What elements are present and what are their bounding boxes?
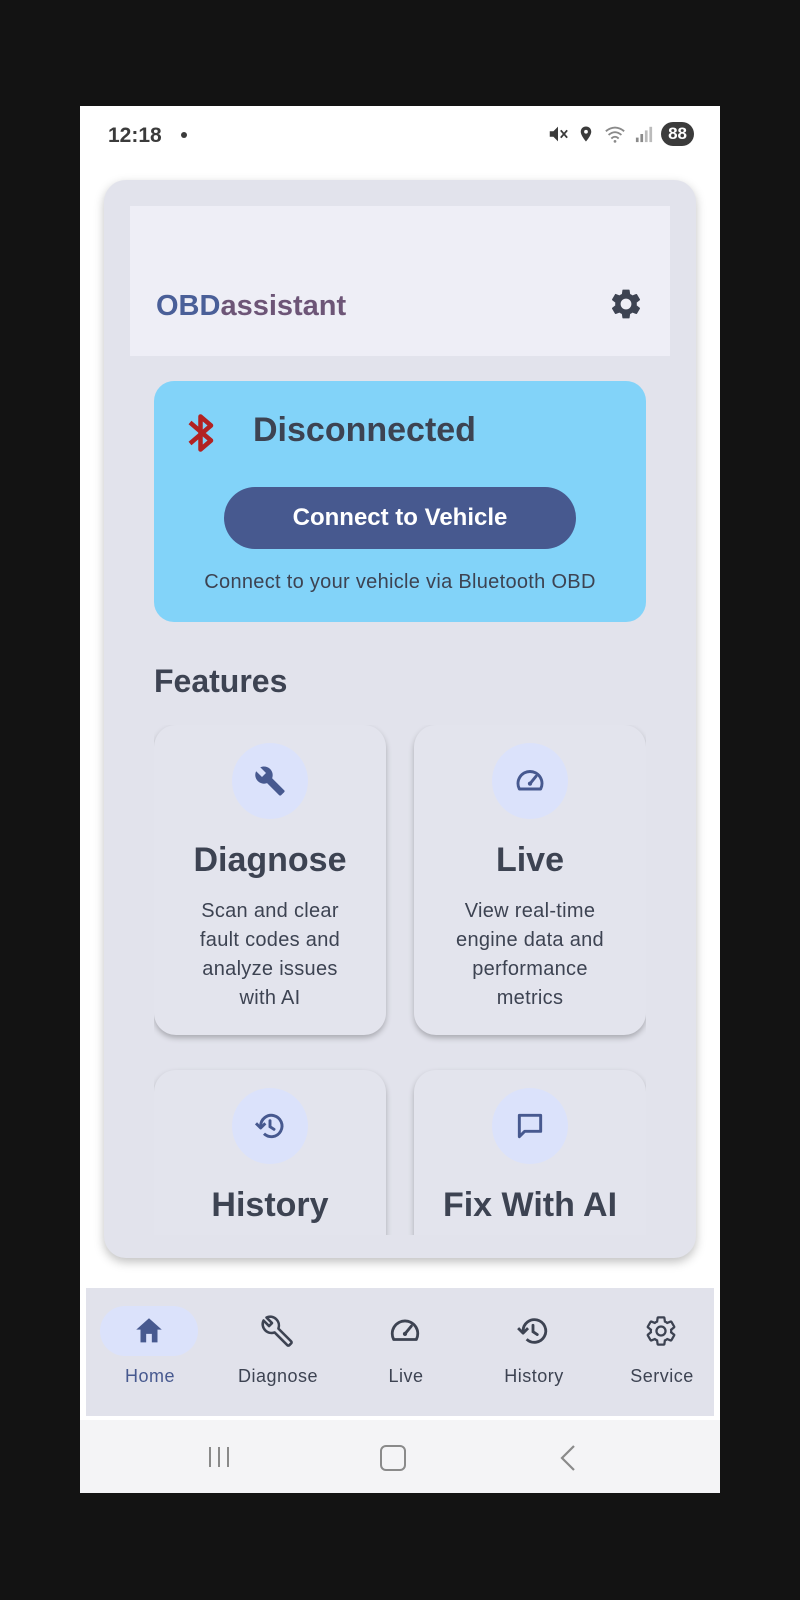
system-navigation-bar [80,1420,720,1493]
bluetooth-disconnected-icon [188,414,214,452]
nav-item-diagnose[interactable]: Diagnose [214,1288,342,1416]
status-time: 12:18 [108,124,162,147]
home-button-icon[interactable] [380,1445,406,1471]
speedometer-icon [516,770,544,791]
status-bar: 12:18 88 [80,106,720,166]
back-icon[interactable] [558,1444,578,1472]
feature-icon-circle [492,1088,568,1164]
feature-title: Live [495,841,565,879]
feature-card-diagnose[interactable]: Diagnose Scan and clear fault codes and … [154,725,386,1035]
feature-icon-circle [492,743,568,819]
mute-icon [549,126,568,142]
feature-card-fix-with-ai[interactable]: Fix With AI [414,1070,646,1235]
wrench-icon [255,766,285,796]
location-icon [580,126,592,142]
main-content-card: OBDassistant Disconnected Connect to Veh… [104,180,696,1258]
battery-indicator: 88 [661,122,694,146]
feature-card-live[interactable]: Live View real-time engine data and perf… [414,725,646,1035]
feature-icon-circle [232,743,308,819]
features-grid: Diagnose Scan and clear fault codes and … [154,725,646,1235]
chat-icon [517,1113,543,1139]
nav-item-service[interactable]: Service [598,1288,720,1416]
connection-status-text: Disconnected [253,411,476,449]
feature-description: View real-time engine data and performan… [456,900,604,1009]
bottom-navigation: Home Diagnose Live History Service [86,1288,714,1416]
settings-gear-icon[interactable] [608,286,644,322]
recent-apps-icon[interactable] [207,1446,231,1468]
history-icon [517,1318,548,1344]
app-bar: OBDassistant [130,206,670,356]
home-icon [136,1318,162,1343]
nav-label: Home [124,1366,175,1386]
history-icon [254,1113,284,1139]
feature-title: History [211,1186,329,1224]
app-title: OBDassistant [156,290,346,323]
nav-label: History [504,1366,564,1386]
signal-icon [635,126,653,143]
feature-icon-circle [232,1088,308,1164]
nav-label: Service [630,1366,694,1386]
nav-item-history[interactable]: History [470,1288,598,1416]
phone-screen: 12:18 88 OBDassistant Disconnected Conne… [80,106,720,1493]
nav-item-live[interactable]: Live [342,1288,470,1416]
speedometer-icon [390,1319,420,1341]
nav-label: Diagnose [237,1366,319,1386]
status-icons: 88 [547,122,694,146]
feature-card-history[interactable]: History [154,1070,386,1235]
connect-to-vehicle-button[interactable]: Connect to Vehicle [224,487,576,549]
app-title-obd: OBD [156,290,221,322]
feature-description: Scan and clear fault codes and analyze i… [199,900,341,1009]
app-title-assistant: assistant [220,290,347,322]
connection-status-card: Disconnected Connect to Vehicle Connect … [154,381,646,622]
wrench-icon [261,1315,293,1347]
nav-item-home[interactable]: Home [86,1288,214,1416]
wifi-icon [605,126,625,143]
connection-hint: Connect to your vehicle via Bluetooth OB… [204,571,596,593]
nav-label: Live [388,1366,424,1386]
feature-title: Fix With AI [442,1186,618,1224]
notification-dot [181,132,187,138]
features-heading: Features [154,663,288,699]
gear-icon [646,1316,676,1346]
feature-title: Diagnose [193,841,347,879]
